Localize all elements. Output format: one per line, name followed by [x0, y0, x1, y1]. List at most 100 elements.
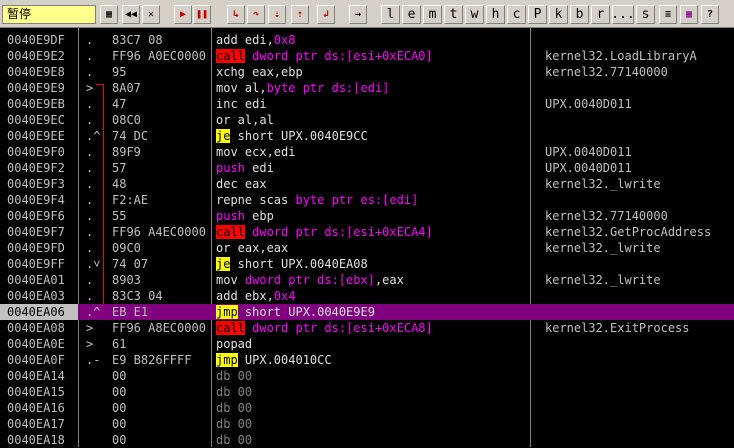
- window-button-m[interactable]: m: [423, 5, 442, 24]
- instruction-cell: add edi,0x8: [216, 33, 296, 47]
- disasm-row[interactable]: 0040E9FD. 09C0 or eax,eax kernel32._lwrite: [0, 240, 734, 256]
- window-button-w[interactable]: w: [465, 5, 484, 24]
- disasm-row[interactable]: 0040EA0E >61 popad: [0, 336, 734, 352]
- goto-button[interactable]: →: [349, 5, 367, 24]
- pause-icon: ❚❚: [195, 9, 209, 20]
- window-button-l[interactable]: l: [381, 5, 400, 24]
- disasm-row[interactable]: 0040EA17 00 db 00: [0, 416, 734, 432]
- jump-marker: >: [86, 81, 94, 95]
- toolbar: 暂停 ▦ ◀◀ ✕ ▶ ❚❚ ↳ ↷ ⇣ ⇡ ↲ → l e m t w h c Pk b r... s ≡ ▦?: [0, 0, 734, 28]
- jump-marker: .: [86, 241, 94, 255]
- close-button[interactable]: ✕: [142, 5, 160, 24]
- disasm-row[interactable]: 0040EA08 > FF96 A8EC0000 call dword ptr ds:…: [0, 320, 734, 336]
- disasm-row[interactable]: 0040E9DF. 83C7 08 add edi,0x8: [0, 32, 734, 48]
- disasm-row[interactable]: 0040E9E9 >8A07 mov al,byte ptr ds:[edi]: [0, 80, 734, 96]
- run-button[interactable]: ▶: [174, 5, 192, 24]
- disasm-row[interactable]: 0040E9F0. 89F9 mov ecx,edi UPX.0040D011: [0, 144, 734, 160]
- instruction-cell: je short UPX.0040E9CC: [216, 129, 368, 143]
- disasm-row[interactable]: 0040EA15 00 db 00: [0, 384, 734, 400]
- disasm-row[interactable]: 0040E9E8. 95 xchg eax,ebp kernel32.77140000: [0, 64, 734, 80]
- jump-marker: .: [86, 97, 94, 111]
- disasm-row[interactable]: 0040E9F7. FF96 A4EC0000 call dword ptr ds:…: [0, 224, 734, 240]
- comment-cell: [545, 352, 734, 368]
- animate-into-button[interactable]: ⇣: [268, 5, 286, 24]
- window-button-t[interactable]: t: [444, 5, 463, 24]
- disasm-row[interactable]: 0040E9EB. 47 inc edi UPX.0040D011: [0, 96, 734, 112]
- status-indicator: 暂停: [2, 5, 96, 24]
- jump-marker: .: [86, 209, 94, 223]
- list-icon: ≡: [664, 9, 672, 20]
- window-button-b[interactable]: b: [570, 5, 589, 24]
- list-button[interactable]: ≡: [659, 5, 677, 24]
- disasm-row[interactable]: 0040E9F4. F2:AE repne scas byte ptr es:[ed…: [0, 192, 734, 208]
- step-over-button[interactable]: ↷: [247, 5, 265, 24]
- grid-icon: ▦: [685, 9, 693, 20]
- execute-till-return-button[interactable]: ↲: [317, 5, 335, 24]
- disasm-row[interactable]: 0040E9FF .˅ 74 07 je short UPX.0040EA08: [0, 256, 734, 272]
- address-cell: 0040E9F2: [0, 160, 78, 176]
- hex-bytes-cell: 89F9: [112, 145, 141, 159]
- instruction-cell: call dword ptr ds:[esi+0xECA8]: [216, 321, 433, 335]
- window-button-e[interactable]: e: [402, 5, 421, 24]
- address-cell: 0040EA15: [0, 384, 78, 400]
- disasm-row[interactable]: 0040E9E2. FF96 A0EC0000 call dword ptr ds:…: [0, 48, 734, 64]
- window-button-h[interactable]: h: [486, 5, 505, 24]
- address-cell: 0040E9FD: [0, 240, 78, 256]
- address-cell: 0040E9E8: [0, 64, 78, 80]
- window-button-r[interactable]: r: [591, 5, 610, 24]
- disasm-row[interactable]: 0040E9EC. 08C0 or al,al: [0, 112, 734, 128]
- instruction-cell: mov al,byte ptr ds:[edi]: [216, 81, 390, 95]
- jump-marker: .: [86, 289, 94, 303]
- comment-cell: UPX.0040D011: [545, 145, 632, 159]
- instruction-cell: push ebp: [216, 209, 274, 223]
- instruction-cell: mov dword ptr ds:[ebx],eax: [216, 273, 404, 287]
- comment-cell: kernel32._lwrite: [545, 241, 661, 255]
- animate-over-icon: ⇡: [296, 9, 304, 20]
- instruction-cell: db 00: [216, 417, 253, 431]
- instruction-cell: repne scas byte ptr es:[edi]: [216, 193, 419, 207]
- disasm-row[interactable]: 0040EA14 00 db 00: [0, 368, 734, 384]
- disasm-row[interactable]: 0040EA0F .- E9 B826FFFF jmp UPX.004010CC: [0, 352, 734, 368]
- disasm-row[interactable]: 0040EA16 00 db 00: [0, 400, 734, 416]
- comment-cell: [545, 128, 734, 144]
- window-button-k[interactable]: k: [549, 5, 568, 24]
- step-into-button[interactable]: ↳: [227, 5, 245, 24]
- hex-bytes-cell: 83C3 04: [112, 289, 163, 303]
- animate-over-button[interactable]: ⇡: [291, 5, 309, 24]
- comment-cell: kernel32.77140000: [545, 209, 668, 223]
- disasm-row[interactable]: 0040EA01. 8903 mov dword ptr ds:[ebx],eax k…: [0, 272, 734, 288]
- disasm-row[interactable]: 0040EA03. 83C3 04 add ebx,0x4: [0, 288, 734, 304]
- comment-cell: [545, 384, 734, 400]
- window-button-s[interactable]: s: [636, 5, 655, 24]
- help-button[interactable]: ?: [701, 5, 719, 24]
- goto-icon: →: [354, 9, 362, 20]
- comment-cell: [545, 368, 734, 384]
- instruction-cell: popad: [216, 337, 253, 351]
- window-button-P[interactable]: P: [528, 5, 547, 24]
- address-cell: 0040EA16: [0, 400, 78, 416]
- disasm-row[interactable]: 0040E9EE .^ 74 DC je short UPX.0040E9CC: [0, 128, 734, 144]
- help-icon: ?: [706, 9, 714, 20]
- window-button-more[interactable]: ...: [611, 5, 635, 24]
- rewind-button[interactable]: ◀◀: [122, 5, 140, 24]
- disasm-row[interactable]: 0040E9F2. 57 push edi UPX.0040D011: [0, 160, 734, 176]
- disassembly-pane[interactable]: 0040E9DF. 83C7 08 add edi,0x8 0040E9E2. FF96…: [0, 28, 734, 448]
- disasm-row[interactable]: 0040EA06 .^ EB E1 jmp short UPX.0040E9E9: [0, 304, 734, 320]
- open-file-button[interactable]: ▦: [100, 5, 118, 24]
- hex-bytes-cell: 74 DC: [112, 129, 149, 143]
- disasm-row[interactable]: 0040E9F6. 55 push ebp kernel32.77140000: [0, 208, 734, 224]
- comment-cell: [545, 416, 734, 432]
- hex-bytes-cell: FF96 A0EC0000: [112, 49, 206, 63]
- hex-bytes-cell: EB E1: [112, 305, 149, 319]
- window-button-c[interactable]: c: [507, 5, 526, 24]
- jump-marker: [86, 384, 112, 400]
- grid-button[interactable]: ▦: [680, 5, 698, 24]
- disasm-row[interactable]: 0040EA18 00 db 00: [0, 432, 734, 448]
- instruction-cell: db 00: [216, 385, 253, 399]
- instruction-cell: mov ecx,edi: [216, 145, 296, 159]
- pause-button[interactable]: ❚❚: [193, 5, 211, 24]
- address-cell: 0040EA18: [0, 432, 78, 448]
- disasm-row[interactable]: 0040E9F3. 48 dec eax kernel32._lwrite: [0, 176, 734, 192]
- address-cell: 0040E9E2: [0, 48, 78, 64]
- hex-bytes-cell: E9 B826FFFF: [112, 353, 192, 367]
